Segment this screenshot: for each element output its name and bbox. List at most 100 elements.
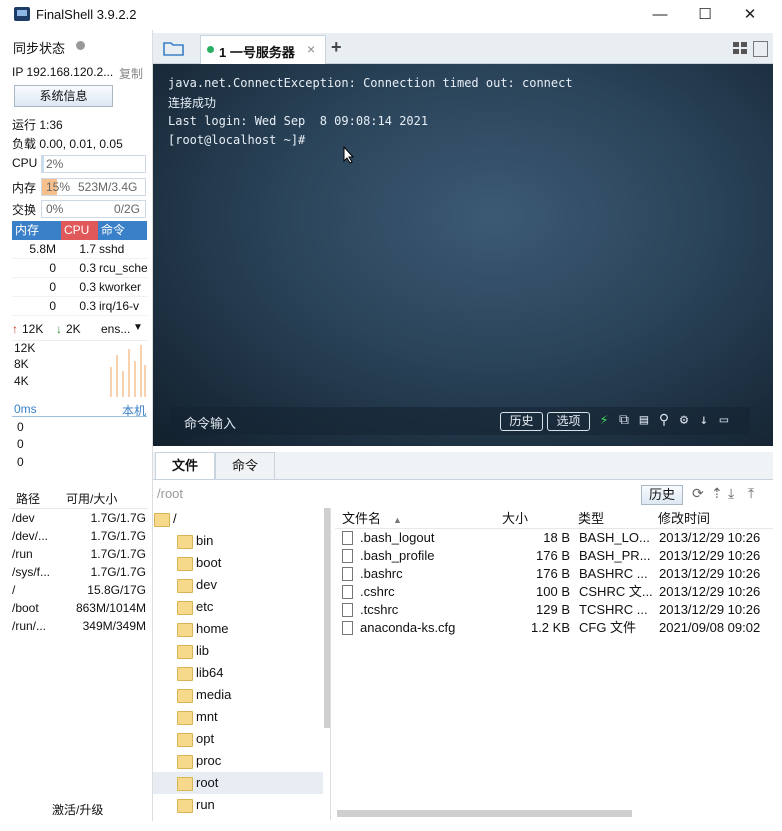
disk-table: 路径 可用/大小 /dev 1.7G/1.7G /dev/... 1.7G/1.7G…: [10, 490, 148, 635]
session-tab-label: 1 一号服务器: [219, 45, 295, 60]
download-icon[interactable]: ⤓: [728, 485, 734, 502]
tree-item[interactable]: etc: [153, 596, 323, 618]
tree-item[interactable]: bin: [153, 530, 323, 552]
file-modified: 2013/12/29 10:26: [659, 602, 761, 617]
command-options-button[interactable]: 选项: [547, 412, 590, 431]
disk-row[interactable]: /boot 863M/1014M: [10, 599, 148, 617]
network-interface-select[interactable]: ens...: [101, 322, 130, 336]
file-row[interactable]: anaconda-ks.cfg 1.2 KB CFG 文件 2021/09/08…: [335, 619, 773, 637]
file-row[interactable]: .bash_profile 176 B BASH_PR... 2013/12/2…: [335, 547, 773, 565]
window-title: FinalShell 3.9.2.2: [36, 7, 137, 22]
disk-row[interactable]: /dev/... 1.7G/1.7G: [10, 527, 148, 545]
tree-item[interactable]: dev: [153, 574, 323, 596]
path-history-button[interactable]: 历史: [641, 485, 683, 505]
tab-files[interactable]: 文件: [155, 452, 215, 479]
chevron-down-icon[interactable]: ▼: [133, 322, 143, 333]
process-cpu: 0.3: [79, 261, 96, 275]
activate-upgrade-link[interactable]: 激活/升级: [52, 801, 103, 818]
upload-icon[interactable]: ⤒: [748, 485, 754, 502]
process-row[interactable]: 0 0.3 irq/16-v: [12, 297, 147, 316]
column-header-memory[interactable]: 内存: [12, 221, 61, 240]
disk-path: /dev/...: [12, 529, 49, 543]
refresh-icon[interactable]: ⟳: [692, 485, 704, 502]
file-size: 100 B: [536, 584, 570, 599]
lightning-icon[interactable]: ⚡: [596, 412, 612, 428]
close-button[interactable]: ✕: [730, 4, 770, 26]
file-type: TCSHRC ...: [579, 602, 648, 617]
process-row[interactable]: 0 0.3 rcu_sche: [12, 259, 147, 278]
close-tab-icon[interactable]: ×: [307, 41, 315, 57]
command-input-bar[interactable]: 命令输入 历史 选项 ⚡ ⧉ ▤ ⚲ ⚙ ↓ ▭: [170, 407, 750, 435]
file-row[interactable]: .bashrc 176 B BASHRC ... 2013/12/29 10:2…: [335, 565, 773, 583]
memory-usage-percent: 15%: [46, 180, 71, 194]
column-header-path[interactable]: 路径: [10, 490, 66, 508]
session-tab-active[interactable]: 1 一号服务器 ×: [200, 35, 326, 64]
scroll-down-icon[interactable]: ↓: [696, 412, 712, 428]
process-table: 内存 CPU 命令 5.8M 1.7 sshd 0 0.3 rcu_sche 0…: [12, 221, 147, 316]
tree-item[interactable]: media: [153, 684, 323, 706]
command-history-button[interactable]: 历史: [500, 412, 543, 431]
tree-scrollbar[interactable]: [324, 508, 330, 728]
file-list-scrollbar[interactable]: [337, 810, 632, 817]
folder-icon[interactable]: [163, 40, 185, 56]
tree-item[interactable]: home: [153, 618, 323, 640]
folder-icon: [177, 579, 193, 593]
layout-toggle-icon[interactable]: [753, 41, 768, 57]
file-modified: 2021/09/08 09:02: [659, 620, 761, 635]
path-input[interactable]: /root: [157, 486, 183, 501]
disk-path: /run/...: [12, 619, 47, 633]
file-row[interactable]: .tcshrc 129 B TCSHRC ... 2013/12/29 10:2…: [335, 601, 773, 619]
tree-item[interactable]: lib64: [153, 662, 323, 684]
minimize-button[interactable]: —: [640, 4, 680, 26]
search-icon[interactable]: ⚲: [656, 412, 672, 428]
gear-icon[interactable]: ⚙: [676, 412, 692, 428]
process-row[interactable]: 5.8M 1.7 sshd: [12, 240, 147, 259]
fullscreen-icon[interactable]: ▭: [716, 412, 732, 428]
column-header-command[interactable]: 命令: [98, 221, 147, 240]
latency-tick: 0: [17, 455, 24, 469]
copy-icon[interactable]: ⧉: [616, 412, 632, 428]
tree-item[interactable]: lib: [153, 640, 323, 662]
column-header-modified[interactable]: 修改时间: [658, 510, 710, 528]
tree-item-label: proc: [196, 753, 222, 768]
disk-row[interactable]: /dev 1.7G/1.7G: [10, 509, 148, 527]
file-modified: 2013/12/29 10:26: [659, 566, 761, 581]
tab-commands[interactable]: 命令: [215, 452, 275, 479]
tree-item[interactable]: opt: [153, 728, 323, 750]
terminal[interactable]: java.net.ConnectException: Connection ti…: [153, 64, 773, 446]
folder-icon: [177, 733, 193, 747]
add-tab-button[interactable]: +: [331, 37, 342, 58]
disk-row[interactable]: /run/... 349M/349M: [10, 617, 148, 635]
tree-item[interactable]: /: [153, 508, 323, 530]
column-header-cpu[interactable]: CPU: [61, 221, 98, 240]
process-row[interactable]: 0 0.3 kworker: [12, 278, 147, 297]
command-input[interactable]: 命令输入: [184, 413, 236, 432]
path-bar: /root 历史 ⟳ ⇡ ⤓ ⤒: [153, 483, 773, 505]
column-header-type[interactable]: 类型: [578, 510, 604, 528]
system-info-button[interactable]: 系统信息: [14, 85, 113, 107]
tree-item[interactable]: run: [153, 794, 323, 816]
disk-row[interactable]: /run 1.7G/1.7G: [10, 545, 148, 563]
grid-view-icon[interactable]: [733, 42, 747, 54]
sort-ascending-icon: ▲: [393, 515, 402, 525]
disk-row[interactable]: /sys/f... 1.7G/1.7G: [10, 563, 148, 581]
file-row[interactable]: .bash_logout 18 B BASH_LO... 2013/12/29 …: [335, 529, 773, 547]
maximize-button[interactable]: ☐: [685, 4, 725, 26]
paste-icon[interactable]: ▤: [636, 412, 652, 428]
download-arrow-icon: ↓: [56, 322, 62, 336]
tree-item[interactable]: proc: [153, 750, 323, 772]
file-name: .bashrc: [360, 566, 403, 581]
tree-item-selected[interactable]: root: [153, 772, 323, 794]
parent-dir-icon[interactable]: ⇡: [711, 485, 723, 502]
copy-ip-link[interactable]: 复制: [119, 65, 143, 82]
tree-item[interactable]: boot: [153, 552, 323, 574]
disk-path: /sys/f...: [12, 565, 51, 579]
process-memory: 0: [49, 299, 56, 313]
file-row[interactable]: .cshrc 100 B CSHRC 文... 2013/12/29 10:26: [335, 583, 773, 601]
column-header-size[interactable]: 可用/大小: [66, 490, 146, 508]
disk-row[interactable]: / 15.8G/17G: [10, 581, 148, 599]
tree-item[interactable]: mnt: [153, 706, 323, 728]
folder-link-icon: [177, 535, 193, 549]
column-header-filename[interactable]: 文件名: [342, 510, 381, 528]
column-header-size[interactable]: 大小: [502, 510, 528, 528]
